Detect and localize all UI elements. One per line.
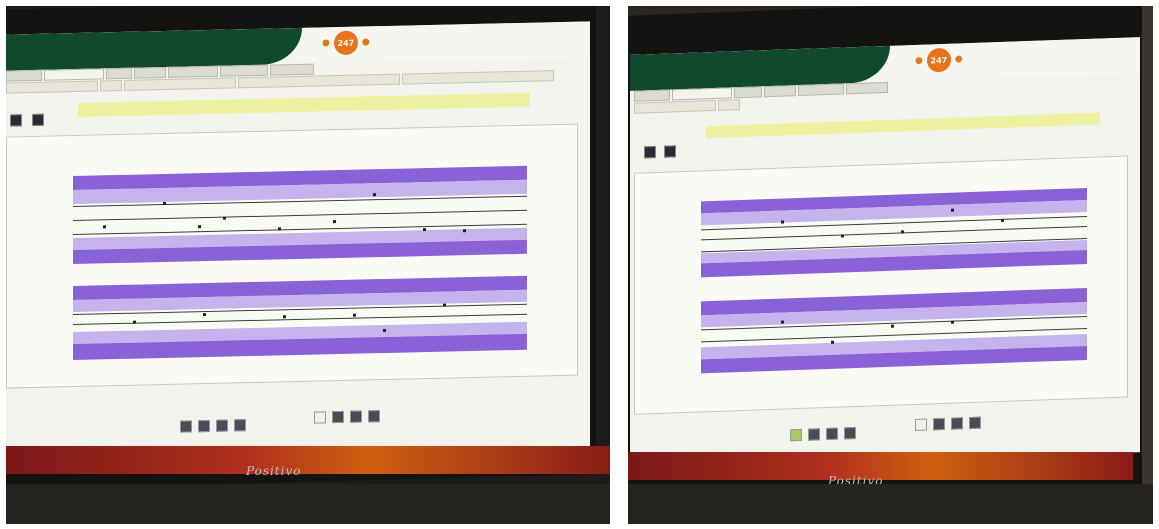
upper-control-chart [73, 165, 527, 268]
tab-3[interactable] [734, 86, 762, 99]
logo-text-left: ● [322, 38, 330, 49]
toolbar-icon[interactable] [969, 416, 981, 430]
chart-area [634, 155, 1128, 415]
subtab-5[interactable] [402, 70, 554, 85]
data-point [841, 234, 844, 238]
lower-control-chart [701, 287, 1087, 381]
windows-taskbar [6, 446, 610, 474]
data-point [383, 328, 386, 333]
tab-7[interactable] [270, 63, 314, 76]
toolbar-icon[interactable] [808, 428, 820, 441]
right-monitor-photo: ● 247 ● Positivo [628, 6, 1153, 524]
tab-5[interactable] [168, 65, 218, 78]
logo-text-right: ● [954, 54, 963, 65]
data-point [951, 208, 954, 212]
brand-logo: ● 247 ● [322, 30, 370, 56]
toolbar-icon[interactable] [314, 411, 326, 424]
tab-2[interactable] [44, 68, 104, 81]
logo-circle: 247 [333, 30, 358, 56]
nav-back-button[interactable] [644, 145, 656, 159]
nav-forward-button[interactable] [32, 113, 44, 126]
logo-text-right: ● [361, 37, 370, 48]
tab-6[interactable] [220, 64, 268, 77]
data-point [423, 228, 426, 232]
center-line [73, 209, 527, 222]
toolbar-icon[interactable] [216, 419, 228, 432]
data-point [198, 225, 201, 229]
subtab-2[interactable] [100, 79, 122, 92]
data-point [353, 313, 356, 317]
data-point [163, 201, 166, 206]
subtab-1[interactable] [634, 99, 716, 114]
subtab-3[interactable] [124, 77, 236, 91]
data-point [223, 216, 226, 220]
data-point [283, 315, 286, 319]
toolbar-icon[interactable] [844, 427, 856, 440]
upper-control-chart [701, 187, 1087, 281]
data-point [1001, 218, 1004, 222]
tab-4[interactable] [764, 85, 796, 98]
toolbar-icon[interactable] [332, 410, 344, 424]
toolbar-icon[interactable] [790, 428, 802, 442]
nav-back-button[interactable] [10, 114, 22, 127]
toolbar-icon[interactable] [915, 418, 927, 431]
data-point [333, 220, 336, 224]
bottom-toolbar-right [314, 410, 380, 424]
data-point [463, 229, 466, 233]
tab-1[interactable] [6, 69, 42, 82]
logo-text-left: ● [915, 55, 923, 66]
tab-2[interactable] [672, 87, 732, 101]
monitor-brand-label: Positivo [246, 464, 302, 478]
tab-5[interactable] [798, 83, 844, 97]
brand-logo: ● 247 ● [915, 47, 963, 73]
monitor-screen: ● 247 ● [6, 21, 590, 460]
left-monitor-photo: ● 247 ● Positivo [6, 6, 610, 524]
tab-3[interactable] [106, 67, 132, 80]
subtab-2[interactable] [718, 99, 740, 111]
data-point [781, 320, 784, 324]
data-point [133, 320, 136, 324]
bottom-toolbar-left [790, 427, 856, 442]
data-point [951, 320, 954, 324]
lower-control-chart [73, 275, 527, 366]
data-point [278, 227, 281, 231]
tab-6[interactable] [846, 81, 888, 95]
monitor-screen: ● 247 ● [630, 37, 1140, 470]
data-point [203, 313, 206, 317]
subtab-1[interactable] [6, 80, 98, 94]
chart-area [6, 123, 578, 389]
nav-forward-button[interactable] [664, 145, 676, 158]
bottom-toolbar-right [915, 416, 981, 431]
data-point [891, 324, 894, 328]
filter-bar[interactable] [706, 112, 1100, 139]
tab-1[interactable] [634, 89, 670, 102]
data-point [781, 220, 784, 224]
toolbar-icon[interactable] [350, 410, 362, 423]
subtab-4[interactable] [238, 73, 400, 89]
data-point [103, 225, 106, 229]
data-point [831, 340, 834, 344]
desk [6, 484, 610, 524]
logo-circle: 247 [926, 47, 951, 73]
data-point [443, 303, 446, 307]
toolbar-icon[interactable] [951, 417, 963, 430]
toolbar-icon[interactable] [180, 420, 192, 433]
data-point [373, 193, 376, 197]
tab-4[interactable] [134, 66, 166, 79]
bottom-toolbar-left [180, 419, 246, 433]
toolbar-icon[interactable] [368, 410, 380, 423]
desk [628, 484, 1153, 524]
toolbar-icon[interactable] [933, 417, 945, 431]
toolbar-icon[interactable] [826, 427, 838, 441]
filter-bar[interactable] [78, 92, 530, 117]
toolbar-icon[interactable] [234, 419, 246, 432]
data-point [901, 230, 904, 234]
toolbar-icon[interactable] [198, 419, 210, 433]
